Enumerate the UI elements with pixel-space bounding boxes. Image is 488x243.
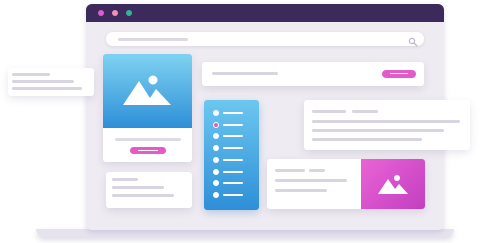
radio-icon	[213, 156, 219, 163]
text-line	[12, 80, 74, 83]
list-item-line	[223, 112, 243, 114]
banner-button[interactable]	[382, 70, 416, 78]
image-icon	[123, 75, 171, 105]
search-input[interactable]	[118, 38, 188, 41]
list-item-line	[223, 182, 243, 185]
close-button[interactable]	[98, 10, 104, 16]
text-line	[312, 120, 460, 123]
text-card-small	[106, 172, 192, 208]
search-bar[interactable]	[106, 32, 424, 47]
radio-icon	[213, 110, 219, 116]
list-item[interactable]	[204, 156, 259, 164]
list-item[interactable]	[204, 191, 259, 199]
banner-card	[202, 62, 424, 86]
text-line	[12, 73, 50, 76]
list-item[interactable]	[204, 168, 259, 176]
radio-icon	[213, 145, 219, 152]
text-line	[275, 169, 305, 172]
list-panel	[204, 100, 259, 210]
text-line	[112, 178, 138, 181]
media-thumbnail	[361, 159, 425, 209]
text-line	[212, 72, 278, 75]
device-base	[36, 229, 454, 237]
title-bar	[86, 4, 444, 22]
image-card[interactable]	[103, 54, 192, 162]
text-line	[112, 186, 164, 189]
minimize-button[interactable]	[112, 10, 118, 16]
text-line	[275, 189, 327, 192]
caption-line	[115, 138, 181, 141]
image-icon	[378, 175, 408, 194]
text-line	[275, 179, 347, 182]
floating-text-card-right	[304, 100, 470, 150]
list-item-line	[223, 147, 243, 150]
text-line	[312, 138, 422, 141]
list-item[interactable]	[204, 179, 259, 187]
radio-icon	[213, 191, 219, 198]
list-item[interactable]	[204, 132, 259, 140]
list-item-line	[223, 135, 243, 138]
media-card[interactable]	[267, 159, 425, 209]
list-item[interactable]	[204, 109, 259, 117]
text-line	[112, 194, 174, 197]
search-icon[interactable]	[408, 34, 418, 47]
text-line	[312, 129, 444, 132]
list-item-line	[223, 123, 243, 126]
list-item-line	[223, 158, 243, 161]
radio-icon	[213, 168, 219, 175]
radio-icon	[213, 121, 219, 128]
maximize-button[interactable]	[126, 10, 132, 16]
text-line	[12, 87, 82, 90]
image-card-button[interactable]	[130, 147, 166, 154]
list-item-line	[223, 170, 243, 173]
text-line	[309, 169, 325, 172]
floating-text-card-left	[8, 68, 94, 96]
image-thumbnail	[103, 54, 192, 128]
radio-icon	[213, 180, 219, 187]
text-line	[352, 110, 378, 113]
radio-icon	[213, 133, 219, 140]
list-item-line	[223, 193, 243, 196]
list-item[interactable]	[204, 121, 259, 129]
list-item[interactable]	[204, 144, 259, 152]
text-line	[312, 110, 346, 113]
